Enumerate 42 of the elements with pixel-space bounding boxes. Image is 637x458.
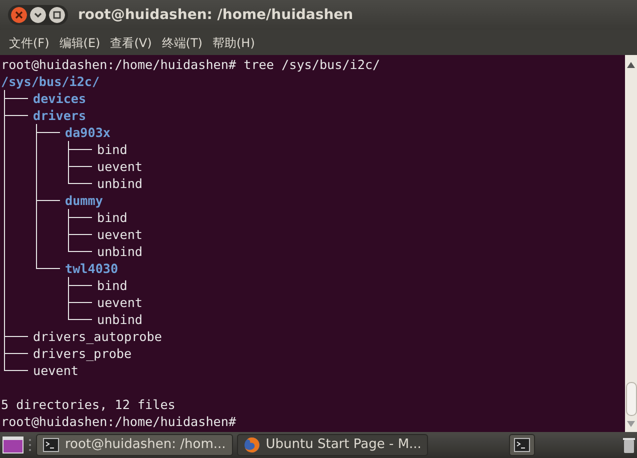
menu-item[interactable]: 终端(T): [156, 34, 208, 52]
window-title: root@huidashen: /home/huidashen: [78, 6, 354, 24]
close-icon[interactable]: [11, 7, 27, 23]
drag-handle-icon[interactable]: [28, 438, 32, 452]
file-name: bind: [97, 209, 128, 226]
scroll-up-icon[interactable]: [627, 61, 635, 69]
file-name: unbind: [97, 243, 142, 260]
menu-item[interactable]: 编辑(E): [54, 34, 106, 52]
directory-name: /sys/bus/i2c/: [1, 74, 100, 89]
globe-fox-icon: [244, 437, 260, 453]
prompt-line: root@huidashen:/home/huidashen#: [1, 413, 238, 430]
taskbar-button[interactable]: root@huidashen: /hom...: [36, 434, 233, 456]
scroll-thumb[interactable]: [626, 382, 636, 416]
directory-name: dummy: [65, 192, 103, 209]
menu-item[interactable]: 文件(F): [4, 34, 54, 52]
menu-item[interactable]: 查看(V): [105, 34, 157, 52]
file-name: uevent: [33, 362, 78, 379]
summary-line: 5 directories, 12 files: [1, 396, 176, 413]
file-name: uevent: [97, 158, 142, 175]
show-terminal-button[interactable]: [509, 434, 535, 456]
file-name: bind: [97, 141, 128, 158]
directory-name: twl4030: [65, 260, 118, 277]
terminal-icon: [514, 438, 530, 452]
directory-name: da903x: [65, 124, 110, 141]
file-name: bind: [97, 277, 128, 294]
file-name: unbind: [97, 175, 142, 192]
scrollbar[interactable]: [625, 55, 637, 432]
directory-name: devices: [33, 90, 86, 107]
terminal-icon: [43, 438, 59, 452]
taskbar-button[interactable]: Ubuntu Start Page - M...: [236, 434, 428, 456]
minimize-icon[interactable]: [30, 7, 46, 23]
trash-icon[interactable]: [623, 437, 635, 453]
prompt-line: root@huidashen:/home/huidashen# tree /sys/bus/i2c/: [1, 56, 382, 73]
directory-name: drivers: [33, 107, 86, 124]
maximize-icon[interactable]: [49, 7, 65, 23]
file-name: drivers_probe: [33, 345, 132, 362]
menu-item[interactable]: 帮助(H): [208, 34, 260, 52]
file-name: unbind: [97, 311, 142, 328]
file-name: uevent: [97, 226, 142, 243]
file-name: drivers_autoprobe: [33, 328, 162, 345]
file-name: uevent: [97, 294, 142, 311]
workspace-icon[interactable]: [2, 435, 24, 455]
